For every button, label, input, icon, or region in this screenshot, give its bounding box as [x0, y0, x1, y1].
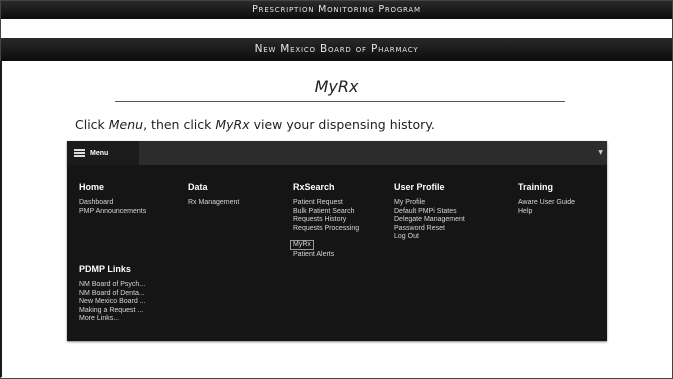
menu-heading-data: Data [188, 182, 208, 192]
menu-heading-pdmp-links: PDMP Links [79, 264, 131, 274]
header-board-title: New Mexico Board of Pharmacy [254, 43, 419, 55]
menu-item-password-reset[interactable]: Password Reset [394, 225, 465, 234]
header-program-title: Prescription Monitoring Program [252, 4, 421, 15]
instr-part: , then click [143, 117, 216, 132]
app-menu-screenshot: Menu ▼ Home Dashboard PMP Announcements … [67, 141, 607, 341]
menu-item-nm-board-denta[interactable]: NM Board of Denta... [79, 290, 146, 299]
menu-item-making-a-request[interactable]: Making a Request ... [79, 307, 146, 316]
menu-item-more-links[interactable]: More Links... [79, 315, 146, 324]
menu-heading-training: Training [518, 182, 554, 192]
menu-item-dashboard[interactable]: Dashboard [79, 199, 146, 208]
menu-column-home: Home Dashboard PMP Announcements [79, 182, 146, 216]
menu-item-aware-user-guide[interactable]: Aware User Guide [518, 199, 575, 208]
instr-part: Click [75, 117, 109, 132]
instr-menu-term: Menu [108, 117, 144, 132]
menu-item-requests-processing[interactable]: Requests Processing [293, 225, 359, 234]
menu-label: Menu [90, 149, 109, 157]
title-divider [115, 101, 565, 102]
menu-item-patient-request[interactable]: Patient Request [293, 199, 359, 208]
menu-heading-user-profile: User Profile [394, 182, 445, 192]
menu-heading-home: Home [79, 182, 105, 192]
menu-item-requests-history[interactable]: Requests History [293, 216, 359, 225]
menu-item-rx-management[interactable]: Rx Management [188, 199, 239, 208]
header-program-bar: Prescription Monitoring Program [1, 1, 672, 19]
menu-item-pmp-announcements[interactable]: PMP Announcements [79, 208, 146, 217]
menu-item-patient-alerts[interactable]: Patient Alerts [293, 251, 359, 260]
menu-item-help[interactable]: Help [518, 208, 575, 217]
instruction-text: Click Menu, then click MyRx view your di… [75, 117, 435, 132]
menu-item-nm-board-psych[interactable]: NM Board of Psych... [79, 281, 146, 290]
menu-item-new-mexico-board[interactable]: New Mexico Board ... [79, 298, 146, 307]
menu-column-pdmp-links: PDMP Links NM Board of Psych... NM Board… [79, 264, 146, 324]
header-gap [1, 19, 672, 38]
menu-item-bulk-patient-search[interactable]: Bulk Patient Search [293, 208, 359, 217]
menu-heading-rxsearch: RxSearch [293, 182, 335, 192]
instr-myrx-term: MyRx [215, 117, 250, 132]
menu-column-user-profile: User Profile My Profile Default PMPi Sta… [394, 182, 465, 242]
app-menu-bar: Menu ▼ [67, 141, 607, 165]
header-board-bar: New Mexico Board of Pharmacy [1, 38, 672, 61]
menu-item-delegate-management[interactable]: Delegate Management [394, 216, 465, 225]
menu-column-rxsearch: RxSearch Patient Request Bulk Patient Se… [290, 182, 359, 260]
menu-column-training: Training Aware User Guide Help [518, 182, 575, 216]
menu-item-my-profile[interactable]: My Profile [394, 199, 465, 208]
slide-title: MyRx [314, 77, 359, 96]
left-accent-rule [0, 61, 2, 377]
hamburger-icon [74, 149, 85, 157]
menu-item-myrx[interactable]: MyRx [290, 240, 314, 250]
menu-column-data: Data Rx Management [188, 182, 239, 208]
menu-item-log-out[interactable]: Log Out [394, 233, 465, 242]
caret-down-icon[interactable]: ▼ [598, 149, 603, 156]
menu-button[interactable]: Menu [67, 141, 139, 165]
instr-part: view your dispensing history. [249, 117, 435, 132]
menu-item-default-pmpi-states[interactable]: Default PMPi States [394, 208, 465, 217]
